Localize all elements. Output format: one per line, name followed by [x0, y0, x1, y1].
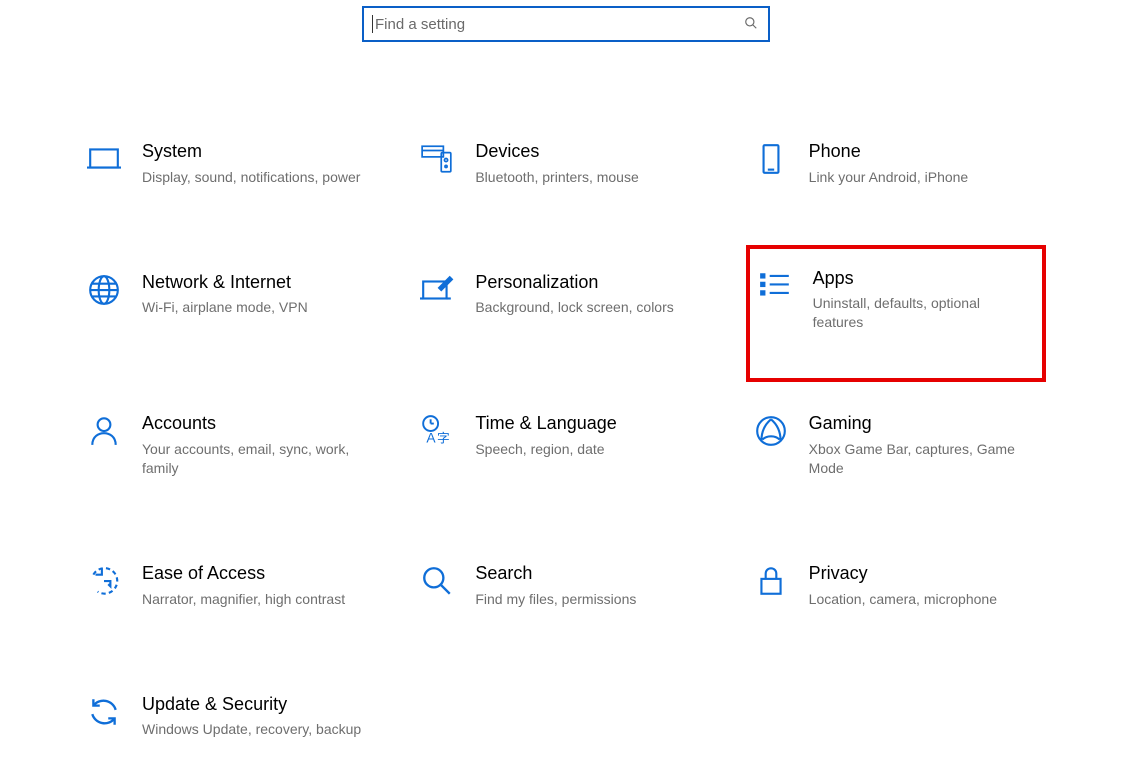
personalization-desc: Background, lock screen, colors — [475, 298, 673, 317]
devices-icon — [419, 142, 455, 178]
ease-title: Ease of Access — [142, 564, 345, 584]
time-title: Time & Language — [475, 414, 616, 434]
network-item[interactable]: Network & Internet Wi-Fi, airplane mode,… — [86, 265, 379, 337]
system-icon — [86, 142, 122, 178]
system-desc: Display, sound, notifications, power — [142, 168, 360, 187]
apps-title: Apps — [813, 269, 1034, 289]
time-item[interactable]: A 字 Time & Language Speech, region, date — [419, 406, 712, 486]
search-icon — [744, 16, 758, 33]
accounts-title: Accounts — [142, 414, 371, 434]
accounts-item[interactable]: Accounts Your accounts, email, sync, wor… — [86, 406, 379, 486]
globe-icon — [86, 273, 122, 309]
search-title: Search — [475, 564, 636, 584]
settings-grid: System Display, sound, notifications, po… — [86, 134, 1046, 747]
ease-of-access-item[interactable]: Ease of Access Narrator, magnifier, high… — [86, 556, 379, 617]
update-desc: Windows Update, recovery, backup — [142, 720, 361, 739]
system-item[interactable]: System Display, sound, notifications, po… — [86, 134, 379, 195]
gaming-title: Gaming — [809, 414, 1038, 434]
accounts-desc: Your accounts, email, sync, work, family — [142, 440, 371, 478]
update-item[interactable]: Update & Security Windows Update, recove… — [86, 687, 379, 748]
accounts-icon — [86, 414, 122, 450]
privacy-title: Privacy — [809, 564, 997, 584]
apps-icon — [757, 269, 793, 305]
phone-icon — [753, 142, 789, 178]
update-title: Update & Security — [142, 695, 361, 715]
network-title: Network & Internet — [142, 273, 308, 293]
time-language-icon: A 字 — [419, 414, 455, 450]
search-input[interactable] — [375, 16, 744, 33]
text-caret — [372, 15, 373, 33]
lock-icon — [753, 564, 789, 600]
search-desc: Find my files, permissions — [475, 590, 636, 609]
time-desc: Speech, region, date — [475, 440, 616, 459]
ease-of-access-icon — [86, 564, 122, 600]
personalization-title: Personalization — [475, 273, 673, 293]
search-container — [362, 6, 770, 42]
devices-item[interactable]: Devices Bluetooth, printers, mouse — [419, 134, 712, 195]
phone-desc: Link your Android, iPhone — [809, 168, 969, 187]
magnifier-icon — [419, 564, 455, 600]
apps-desc: Uninstall, defaults, optional features — [813, 294, 1034, 332]
privacy-item[interactable]: Privacy Location, camera, microphone — [753, 556, 1046, 617]
devices-title: Devices — [475, 142, 638, 162]
gaming-icon — [753, 414, 789, 450]
svg-text:字: 字 — [437, 431, 450, 446]
apps-item[interactable]: Apps Uninstall, defaults, optional featu… — [746, 245, 1046, 383]
personalization-icon — [419, 273, 455, 309]
gaming-desc: Xbox Game Bar, captures, Game Mode — [809, 440, 1038, 478]
search-item[interactable]: Search Find my files, permissions — [419, 556, 712, 617]
search-box[interactable] — [362, 6, 770, 42]
ease-desc: Narrator, magnifier, high contrast — [142, 590, 345, 609]
svg-text:A: A — [427, 430, 437, 446]
phone-item[interactable]: Phone Link your Android, iPhone — [753, 134, 1046, 195]
devices-desc: Bluetooth, printers, mouse — [475, 168, 638, 187]
personalization-item[interactable]: Personalization Background, lock screen,… — [419, 265, 712, 337]
update-icon — [86, 695, 122, 731]
system-title: System — [142, 142, 360, 162]
network-desc: Wi-Fi, airplane mode, VPN — [142, 298, 308, 317]
phone-title: Phone — [809, 142, 969, 162]
gaming-item[interactable]: Gaming Xbox Game Bar, captures, Game Mod… — [753, 406, 1046, 486]
privacy-desc: Location, camera, microphone — [809, 590, 997, 609]
